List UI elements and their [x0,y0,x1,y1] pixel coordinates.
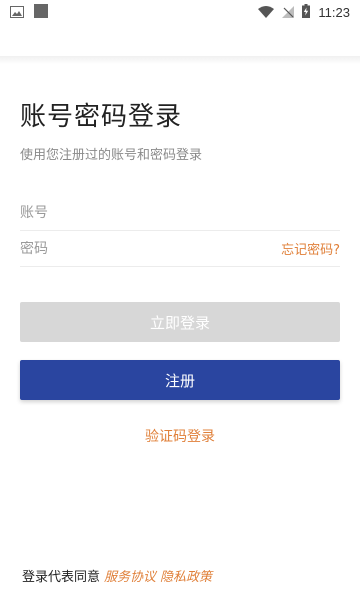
square-icon [34,3,48,22]
status-time: 11:23 [318,4,350,20]
sms-login-link[interactable]: 验证码登录 [0,426,360,446]
appbar-shadow [0,56,360,64]
no-signal-icon [282,3,295,22]
page-subtitle: 使用您注册过的账号和密码登录 [20,148,203,163]
account-input[interactable] [20,204,240,221]
password-input[interactable] [20,240,240,257]
account-field [20,195,340,231]
service-agreement-link[interactable]: 服务协议 [104,566,156,585]
agreement-prefix: 登录代表同意 [22,570,101,585]
status-bar: 11:23 [0,0,360,24]
status-left [10,3,48,22]
status-right: 11:23 [258,3,350,22]
agreement-line: 登录代表同意 服务协议 隐私政策 [22,566,212,585]
register-button[interactable]: 注册 [20,360,340,400]
privacy-policy-link[interactable]: 隐私政策 [160,566,212,585]
login-screen: 11:23 账号密码登录 使用您注册过的账号和密码登录 忘记密码? 立即登录 注… [0,0,360,600]
page-title: 账号密码登录 [20,102,183,132]
password-field: 忘记密码? [20,231,340,267]
battery-charging-icon [302,3,311,22]
login-button[interactable]: 立即登录 [20,302,340,342]
image-icon [10,3,24,22]
wifi-icon [258,3,275,22]
forgot-password-link[interactable]: 忘记密码? [281,239,340,258]
